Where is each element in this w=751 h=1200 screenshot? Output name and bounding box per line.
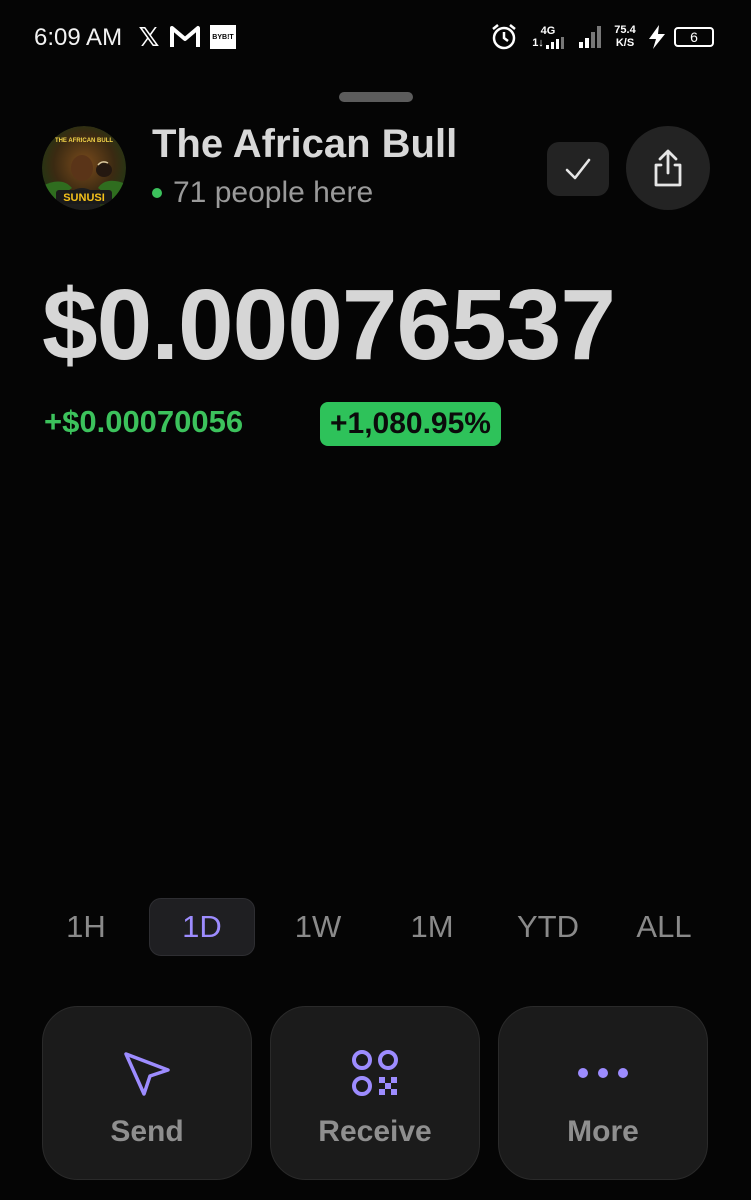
status-bar: 6:09 AM 𝕏 BYB!T 4G 1↓ 75.4 K/S 6 [0,0,751,76]
share-icon [654,149,682,187]
sheet-drag-handle[interactable] [339,92,413,102]
speed-unit: K/S [615,37,635,49]
x-logo-icon: 𝕏 [138,21,160,52]
network-type: 4G [540,24,556,37]
receive-label: Receive [318,1115,432,1148]
more-dots-icon [499,1047,707,1099]
tab-ytd[interactable]: YTD [496,898,600,956]
signal-4g-icon: 4G 1↓ [528,24,568,50]
price-change-percent-badge: +1,080.95% [320,402,501,446]
bybit-icon: BYB!T [210,25,236,49]
tab-1d[interactable]: 1D [149,898,255,956]
share-button[interactable] [626,126,710,210]
signal-bars-icon [578,24,604,50]
avatar[interactable]: THE AFRICAN BULL SUNUSI [42,126,126,210]
status-time: 6:09 AM [34,24,123,51]
token-price: $0.00076537 [42,269,616,381]
price-change: +$0.00070056 [44,404,244,439]
speed-value: 75.4 [614,24,636,36]
network-speed: 75.4 K/S [608,24,642,50]
m-logo-icon [168,24,202,50]
receive-button[interactable]: Receive [270,1006,480,1180]
tab-1w[interactable]: 1W [268,898,368,956]
check-button[interactable] [547,142,609,196]
network-sub: 1↓ [532,36,544,49]
presence-status: 71 people here [152,176,373,210]
send-icon [43,1047,251,1099]
page-title: The African Bull [152,122,458,166]
checkmark-icon [565,158,591,180]
presence-text: 71 people here [173,176,374,209]
tab-1m[interactable]: 1M [382,898,482,956]
avatar-title-text: THE AFRICAN BULL [55,138,113,144]
more-button[interactable]: More [498,1006,708,1180]
tab-all[interactable]: ALL [614,898,714,956]
alarm-icon [490,24,518,50]
tab-1h[interactable]: 1H [38,898,134,956]
more-label: More [567,1115,639,1148]
avatar-name-text: SUNUSI [63,192,105,204]
charging-icon [646,24,668,50]
online-dot-icon [152,188,162,198]
send-button[interactable]: Send [42,1006,252,1180]
send-label: Send [110,1115,184,1148]
time-range-tabs: 1H 1D 1W 1M YTD ALL [34,898,734,956]
battery-icon: 6 [674,27,714,47]
qr-code-icon [271,1047,479,1099]
